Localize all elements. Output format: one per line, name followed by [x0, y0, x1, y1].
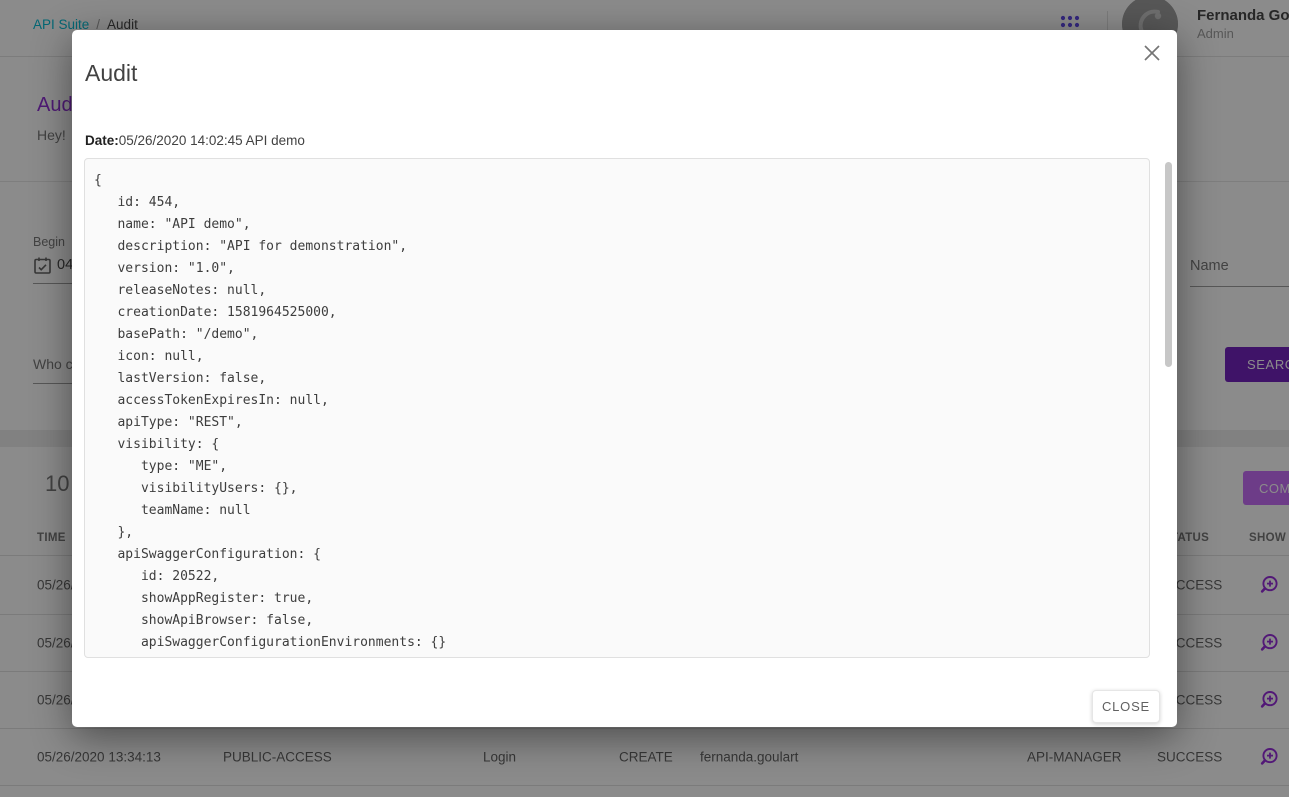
modal-scrollbar-thumb[interactable] [1165, 162, 1172, 367]
audit-json-content: { id: 454, name: "API demo", description… [85, 159, 1149, 654]
modal-title: Audit [85, 60, 137, 87]
audit-json-code-block: { id: 454, name: "API demo", description… [84, 158, 1150, 658]
modal-date-line: Date:05/26/2020 14:02:45 API demo [85, 133, 305, 148]
close-icon[interactable] [1138, 39, 1166, 67]
modal-date-value: 05/26/2020 14:02:45 API demo [119, 133, 305, 148]
close-button[interactable]: CLOSE [1092, 690, 1160, 723]
screen: API Suite/Audit Fernanda Goulart Admin [0, 0, 1289, 797]
modal-date-label: Date: [85, 133, 119, 148]
audit-modal: Audit Date:05/26/2020 14:02:45 API demo … [72, 30, 1177, 727]
